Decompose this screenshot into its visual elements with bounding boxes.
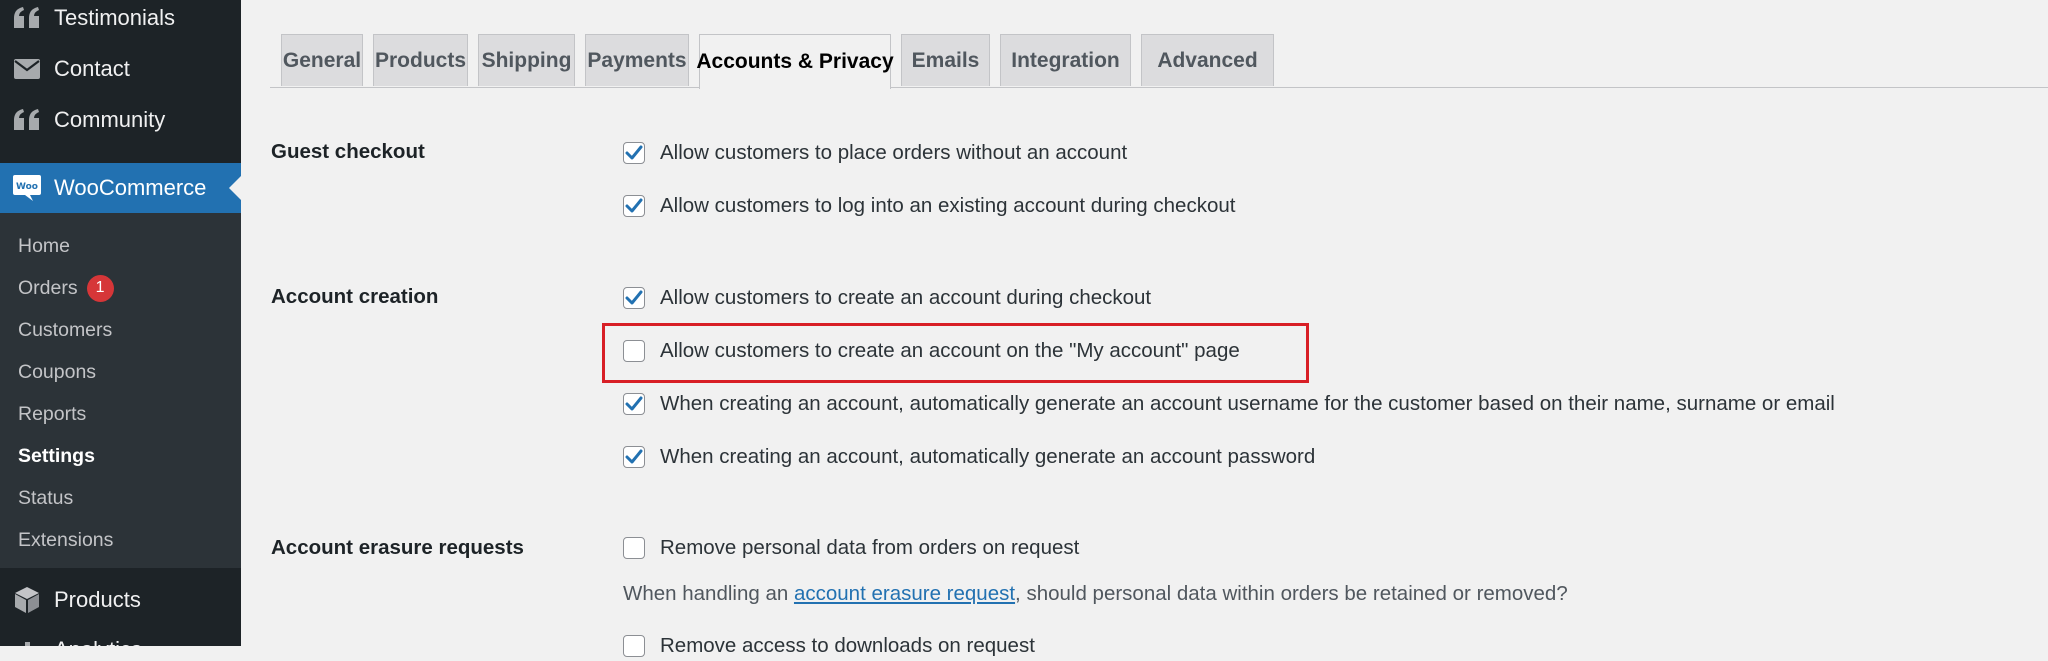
menu-item-label: Community — [54, 107, 166, 132]
tab-general[interactable]: General — [281, 34, 363, 86]
tab-integration[interactable]: Integration — [1000, 34, 1131, 86]
checkbox-unchecked[interactable] — [623, 340, 645, 362]
settings-tabs: General Products Shipping Payments Accou… — [270, 34, 2048, 89]
quote-icon — [13, 106, 41, 134]
menu-item-contact[interactable]: Contact — [0, 45, 241, 93]
menu-item-analytics[interactable]: Analytics — [0, 626, 241, 646]
submenu-item-orders[interactable]: Orders 1 — [18, 273, 114, 303]
submenu-item-reports[interactable]: Reports — [18, 399, 86, 429]
option-guest-orders[interactable]: Allow customers to place orders without … — [623, 138, 1127, 168]
option-remove-downloads[interactable]: Remove access to downloads on request — [623, 631, 1035, 661]
woocommerce-submenu: Home Orders 1 Customers Coupons Reports … — [0, 213, 241, 568]
checkmark-icon — [625, 145, 643, 160]
menu-item-label: Testimonials — [54, 5, 176, 30]
menu-item-testimonials[interactable]: Testimonials — [0, 0, 241, 42]
section-title-account-erasure: Account erasure requests — [271, 536, 524, 559]
checkbox-checked[interactable] — [623, 287, 645, 309]
option-auto-password[interactable]: When creating an account, automatically … — [623, 442, 1315, 472]
woo-icon: Woo — [12, 173, 42, 203]
menu-item-label: Analytics — [54, 637, 142, 646]
submenu-item-coupons[interactable]: Coupons — [18, 357, 96, 387]
option-label: Allow customers to create an account on … — [660, 339, 1240, 362]
current-menu-arrow — [229, 176, 241, 200]
submenu-item-customers[interactable]: Customers — [18, 315, 112, 345]
box-icon — [13, 586, 41, 614]
checkbox-checked[interactable] — [623, 393, 645, 415]
description-text: , should personal data within orders be … — [1015, 582, 1568, 605]
account-erasure-request-link[interactable]: account erasure request — [794, 582, 1015, 605]
checkbox-unchecked[interactable] — [623, 537, 645, 559]
tab-advanced[interactable]: Advanced — [1141, 34, 1274, 86]
menu-item-label: Products — [54, 587, 141, 612]
checkbox-unchecked[interactable] — [623, 635, 645, 657]
submenu-label: Reports — [18, 402, 87, 425]
quote-icon — [13, 4, 41, 32]
menu-item-products[interactable]: Products — [0, 576, 241, 624]
tab-payments[interactable]: Payments — [585, 34, 689, 86]
menu-item-woocommerce[interactable]: Woo WooCommerce — [0, 163, 241, 213]
checkmark-icon — [625, 449, 643, 464]
chart-icon — [13, 636, 41, 646]
option-label: When creating an account, automatically … — [660, 392, 1835, 415]
option-auto-username[interactable]: When creating an account, automatically … — [623, 389, 1835, 419]
option-label: Remove access to downloads on request — [660, 634, 1035, 657]
checkbox-checked[interactable] — [623, 195, 645, 217]
submenu-label: Coupons — [18, 360, 97, 383]
erasure-description: When handling an account erasure request… — [623, 582, 1568, 606]
section-title-guest-checkout: Guest checkout — [271, 140, 425, 163]
envelope-icon — [13, 55, 41, 83]
section-title-account-creation: Account creation — [271, 285, 439, 308]
menu-item-community[interactable]: Community — [0, 96, 241, 144]
option-label: Remove personal data from orders on requ… — [660, 536, 1080, 559]
submenu-label: Settings — [18, 444, 95, 467]
submenu-label: Status — [18, 486, 74, 509]
admin-sidebar: Testimonials Contact Community Woo WooCo… — [0, 0, 241, 646]
tab-products[interactable]: Products — [373, 34, 468, 86]
option-create-at-checkout[interactable]: Allow customers to create an account dur… — [623, 283, 1151, 313]
option-label: Allow customers to create an account dur… — [660, 286, 1152, 309]
svg-text:Woo: Woo — [16, 182, 38, 192]
submenu-item-extensions[interactable]: Extensions — [18, 525, 113, 555]
option-create-on-my-account[interactable]: Allow customers to create an account on … — [623, 336, 1240, 366]
menu-item-label: WooCommerce — [54, 175, 207, 200]
menu-item-label: Contact — [54, 56, 130, 81]
checkbox-checked[interactable] — [623, 142, 645, 164]
submenu-item-status[interactable]: Status — [18, 483, 73, 513]
option-label: When creating an account, automatically … — [660, 445, 1316, 468]
description-text: When handling an — [623, 582, 794, 605]
option-label: Allow customers to place orders without … — [660, 141, 1128, 164]
submenu-label: Extensions — [18, 528, 114, 551]
submenu-label: Customers — [18, 318, 113, 341]
checkmark-icon — [625, 396, 643, 411]
tab-shipping[interactable]: Shipping — [478, 34, 575, 86]
tab-accounts-privacy[interactable]: Accounts & Privacy — [696, 34, 894, 89]
checkmark-icon — [625, 198, 643, 213]
checkmark-icon — [625, 290, 643, 305]
option-guest-login[interactable]: Allow customers to log into an existing … — [623, 191, 1235, 221]
option-label: Allow customers to log into an existing … — [660, 194, 1236, 217]
submenu-item-home[interactable]: Home — [18, 231, 70, 261]
submenu-item-settings[interactable]: Settings — [18, 441, 95, 471]
option-remove-order-data[interactable]: Remove personal data from orders on requ… — [623, 533, 1079, 563]
orders-count-badge: 1 — [86, 274, 114, 302]
tab-emails[interactable]: Emails — [901, 34, 990, 86]
submenu-label: Home — [18, 234, 71, 257]
submenu-label: Orders — [18, 276, 78, 299]
checkbox-checked[interactable] — [623, 446, 645, 468]
